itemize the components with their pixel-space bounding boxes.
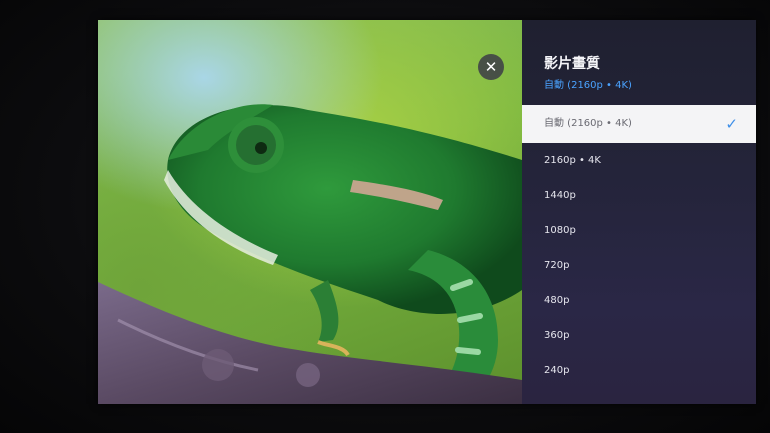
quality-option-auto[interactable]: 自動 (2160p • 4K) ✓ bbox=[522, 105, 756, 143]
quality-option-480p[interactable]: 480p bbox=[522, 283, 756, 318]
quality-option-1440p[interactable]: 1440p bbox=[522, 178, 756, 213]
close-button[interactable]: ✕ bbox=[478, 54, 504, 80]
video-frame[interactable]: ✕ bbox=[98, 20, 522, 404]
quality-option-240p[interactable]: 240p bbox=[522, 353, 756, 388]
quality-option-2160p[interactable]: 2160p • 4K bbox=[522, 143, 756, 178]
quality-option-label: 720p bbox=[544, 260, 570, 271]
quality-option-label: 1440p bbox=[544, 190, 576, 201]
quality-option-label: 2160p • 4K bbox=[544, 155, 601, 166]
chameleon-image bbox=[98, 104, 522, 404]
check-icon: ✓ bbox=[725, 115, 738, 133]
quality-option-label: 240p bbox=[544, 365, 570, 376]
quality-option-label: 自動 (2160p • 4K) bbox=[544, 118, 632, 129]
quality-option-label: 360p bbox=[544, 330, 570, 341]
current-quality: 自動 (2160p • 4K) bbox=[544, 80, 632, 91]
quality-option-label: 1080p bbox=[544, 225, 576, 236]
panel-title: 影片畫質 bbox=[544, 56, 600, 72]
tv-screen: ✕ 影片畫質 自動 (2160p • 4K) 自動 (2160p • 4K) ✓… bbox=[98, 20, 756, 404]
quality-option-label: 480p bbox=[544, 295, 570, 306]
quality-option-1080p[interactable]: 1080p bbox=[522, 213, 756, 248]
close-icon: ✕ bbox=[484, 58, 498, 76]
quality-option-360p[interactable]: 360p bbox=[522, 318, 756, 353]
quality-option-720p[interactable]: 720p bbox=[522, 248, 756, 283]
quality-panel: 影片畫質 自動 (2160p • 4K) 自動 (2160p • 4K) ✓ 2… bbox=[522, 20, 756, 404]
quality-list: 自動 (2160p • 4K) ✓ 2160p • 4K 1440p 1080p… bbox=[522, 105, 756, 388]
